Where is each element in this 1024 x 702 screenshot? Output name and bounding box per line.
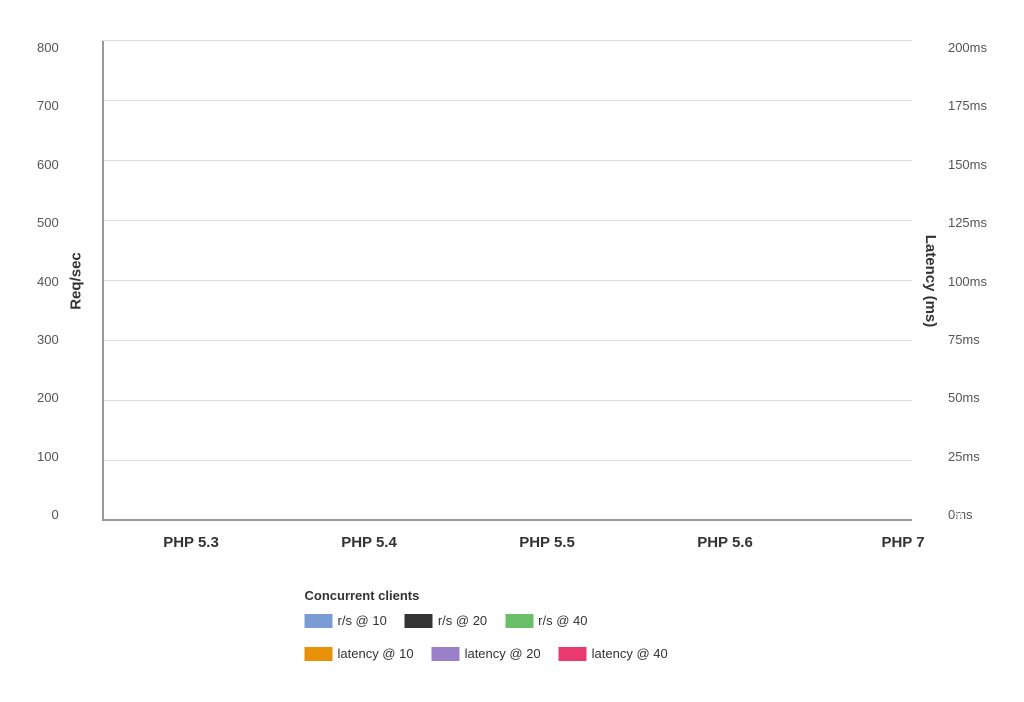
legend-label: latency @ 20 [465,646,541,661]
bar-value-label: 78 [421,507,435,518]
y-left-tick: 300 [37,333,59,346]
y-left-tick: 500 [37,216,59,229]
y-left-tick: 700 [37,99,59,112]
y-right-tick: 175ms [948,99,987,112]
legend-label: latency @ 10 [338,646,414,661]
bar-value-label: 68 [985,507,999,518]
bar-value-label: 94 [243,507,257,518]
bar-value-label: 48 [213,507,227,518]
y-left-tick: 200 [37,391,59,404]
bar-value-label: 40 [569,507,583,518]
chart-container: 0100200300400500600700800 0ms25ms50ms75m… [32,21,992,681]
y-left-tick: 0 [51,508,58,521]
legend-item: latency @ 20 [432,646,541,661]
bar-value-label: 254 [479,501,493,518]
legend-label: latency @ 40 [592,646,668,661]
legend-label: r/s @ 20 [438,613,487,628]
bar-value-label: 258 [361,501,375,518]
y-left-tick: 800 [37,41,59,54]
y-right-tick: 125ms [948,216,987,229]
y-left-tick: 400 [37,275,59,288]
bar-value-label: 147 [807,501,821,518]
y-right-tick: 25ms [948,450,980,463]
bar-value-label: 258 [539,501,553,518]
bar-value-label: 600 [895,501,909,518]
legend-item: r/s @ 10 [305,613,387,628]
y-right-tick: 50ms [948,391,980,404]
bar-value-label: 270 [687,501,701,518]
y-right-tick: 75ms [948,333,980,346]
bar-value-label: 210 [123,501,137,518]
bar-value-label: 156 [451,501,465,518]
y-right-tick: 150ms [948,158,987,171]
bar-value-label: 254 [301,501,315,518]
group-label: PHP 5.4 [341,534,397,551]
bar-value-label: 187 [273,501,287,518]
legend-swatch [432,647,460,661]
legend-item: r/s @ 40 [505,613,587,628]
legend-swatch [305,614,333,628]
legend-item: r/s @ 20 [405,613,487,628]
bar-value-label: 39 [391,507,405,518]
bar-value-label: 590 [835,501,849,518]
bar-value-label: 78 [599,507,613,518]
y-right-tick: 100ms [948,275,987,288]
legend-label: r/s @ 40 [538,613,587,628]
bar-value-label: 257 [509,501,523,518]
chart-area: 0100200300400500600700800 0ms25ms50ms75m… [102,41,912,521]
bar-value-label: 270 [657,501,671,518]
bars-area: 2102132134894187PHP 5.32542582583978156P… [102,41,912,521]
legend-label: r/s @ 10 [338,613,387,628]
legend-item: latency @ 10 [305,646,414,661]
group-label: PHP 5.5 [519,534,575,551]
y-label-right: Latency (ms) [922,235,939,328]
y-right-tick: 200ms [948,41,987,54]
group-label: PHP 7 [881,534,924,551]
y-left-tick: 100 [37,450,59,463]
bar-value-label: 258 [331,501,345,518]
legend-items: r/s @ 10 r/s @ 20 r/s @ 40 latency @ 10 late… [305,613,710,661]
legend-swatch [405,614,433,628]
bar-value-label: 17 [925,507,939,518]
legend-item: latency @ 40 [559,646,668,661]
bar-value-label: 272 [717,501,731,518]
bar-value-label: 213 [153,501,167,518]
bar-value-label: 74 [777,507,791,518]
bar-value-label: 156 [629,501,643,518]
legend-title: Concurrent clients [305,588,420,603]
y-left-tick: 600 [37,158,59,171]
legend-swatch [505,614,533,628]
group-label: PHP 5.6 [697,534,753,551]
y-label-left: Req/sec [67,252,84,310]
group-label: PHP 5.3 [163,534,219,551]
bar-value-label: 604 [865,501,879,518]
bar-value-label: 213 [183,501,197,518]
legend-swatch [559,647,587,661]
y-axis-right: 0ms25ms50ms75ms100ms125ms150ms175ms200ms [948,41,987,521]
y-axis-left: 0 100 200 300 400 500 600 700 800 [37,41,59,521]
bar-value-label: 33 [955,507,969,518]
bar-value-label: 38 [747,507,761,518]
legend: Concurrent clients r/s @ 10r/s @ 20r/s @… [305,588,710,661]
legend-swatch [305,647,333,661]
